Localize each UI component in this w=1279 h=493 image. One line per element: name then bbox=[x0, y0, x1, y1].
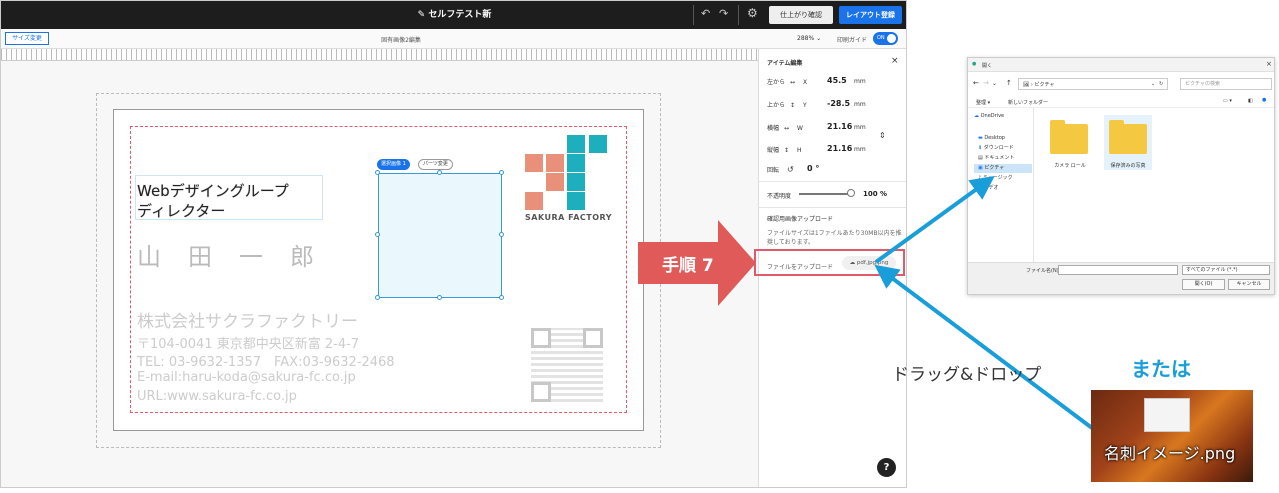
arrow-to-explorer bbox=[874, 175, 995, 264]
card-preview-icon bbox=[1144, 398, 1190, 432]
annotation-arrows bbox=[874, 175, 1110, 442]
or-label: または bbox=[1131, 357, 1191, 381]
file-name-label: 名刺イメージ.png bbox=[1104, 444, 1236, 463]
drag-drop-label: ドラッグ&ドロップ bbox=[892, 365, 1042, 385]
arrow-from-file bbox=[874, 264, 1110, 442]
